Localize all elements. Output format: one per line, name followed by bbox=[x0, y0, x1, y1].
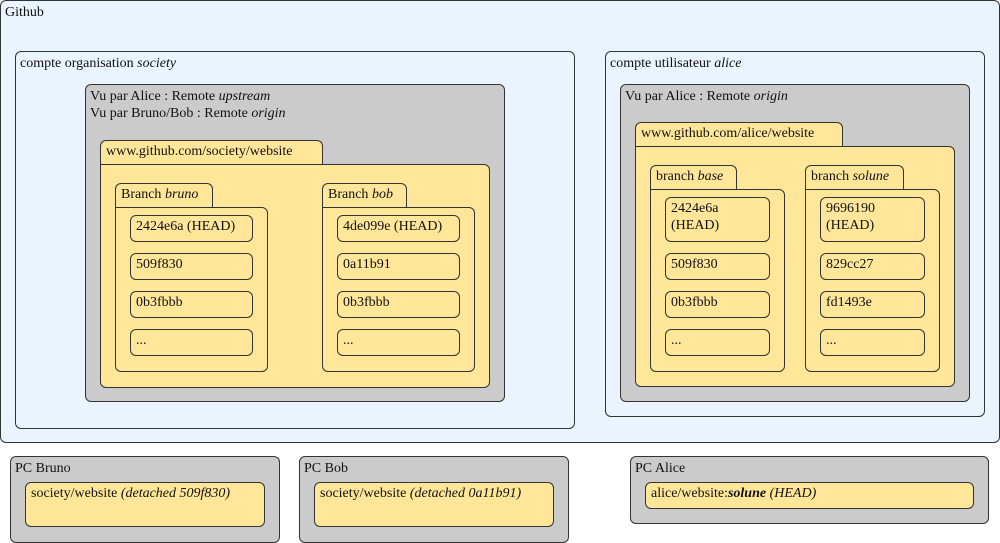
org-repo-tab: www.github.com/society/website bbox=[100, 140, 323, 165]
branch-bob-name: bob bbox=[371, 187, 393, 202]
commit-node: 0b3fbbb bbox=[130, 291, 253, 318]
commit-node: 4de099e (HEAD) bbox=[337, 215, 460, 242]
commit-node: ... bbox=[820, 329, 925, 356]
pc-bob-repo: society/website (detached 0a11b91) bbox=[314, 482, 554, 527]
pc-bob-note: (detached 0a11b91) bbox=[409, 486, 522, 501]
branch-bob-tab: Branch bob bbox=[322, 183, 407, 208]
commit-node: 2424e6a (HEAD) bbox=[130, 215, 253, 242]
commit-node: fd1493e bbox=[820, 291, 925, 318]
commit-node: 0b3fbbb bbox=[665, 291, 770, 318]
commit-node: 0a11b91 bbox=[337, 253, 460, 280]
commit-node: 829cc27 bbox=[820, 253, 925, 280]
user-name: alice bbox=[714, 56, 742, 71]
pc-bob-title: PC Bob bbox=[304, 461, 348, 476]
branch-solune-tab: branch solune bbox=[805, 165, 904, 190]
pc-alice-repo: alice/website:solune (HEAD) bbox=[645, 482, 974, 509]
pc-alice-branch: solune bbox=[727, 486, 767, 501]
pc-bruno-repo: society/website (detached 509f830) bbox=[25, 482, 265, 527]
pc-alice-note: (HEAD) bbox=[769, 486, 817, 501]
org-repo-label: www.github.com/society/website bbox=[106, 144, 293, 159]
remote-upstream: upstream bbox=[218, 89, 271, 104]
commit-node: 509f830 bbox=[665, 253, 770, 280]
org-account-label: compte organisation society bbox=[20, 56, 177, 71]
commit-node: ... bbox=[665, 329, 770, 356]
user-repo-tab: www.github.com/alice/website bbox=[635, 122, 843, 147]
user-repo-label: www.github.com/alice/website bbox=[641, 126, 815, 141]
commit-node: 9696190 (HEAD) bbox=[820, 197, 925, 242]
remote-origin: origin bbox=[251, 106, 286, 121]
branch-bruno-name: bruno bbox=[164, 187, 199, 202]
user-account-label: compte utilisateur alice bbox=[610, 56, 742, 71]
branch-solune-name: solune bbox=[852, 169, 890, 184]
org-remote-label: Vu par Alice : Remote upstream Vu par Br… bbox=[90, 89, 286, 121]
commit-node: 0b3fbbb bbox=[337, 291, 460, 318]
commit-node: 509f830 bbox=[130, 253, 253, 280]
commit-node: ... bbox=[130, 329, 253, 356]
branch-base-name: base bbox=[697, 169, 724, 184]
pc-bruno-note: (detached 509f830) bbox=[120, 486, 231, 501]
pc-alice-title: PC Alice bbox=[635, 461, 686, 476]
pc-bruno-title: PC Bruno bbox=[15, 461, 71, 476]
commit-node: 2424e6a (HEAD) bbox=[665, 197, 770, 242]
org-name: society bbox=[137, 56, 177, 71]
remote-origin: origin bbox=[753, 89, 788, 104]
user-remote-label: Vu par Alice : Remote origin bbox=[625, 89, 788, 104]
commit-node: ... bbox=[337, 329, 460, 356]
github-title: Github bbox=[5, 5, 44, 20]
branch-bruno-tab: Branch bruno bbox=[115, 183, 213, 208]
branch-base-tab: branch base bbox=[650, 165, 737, 190]
